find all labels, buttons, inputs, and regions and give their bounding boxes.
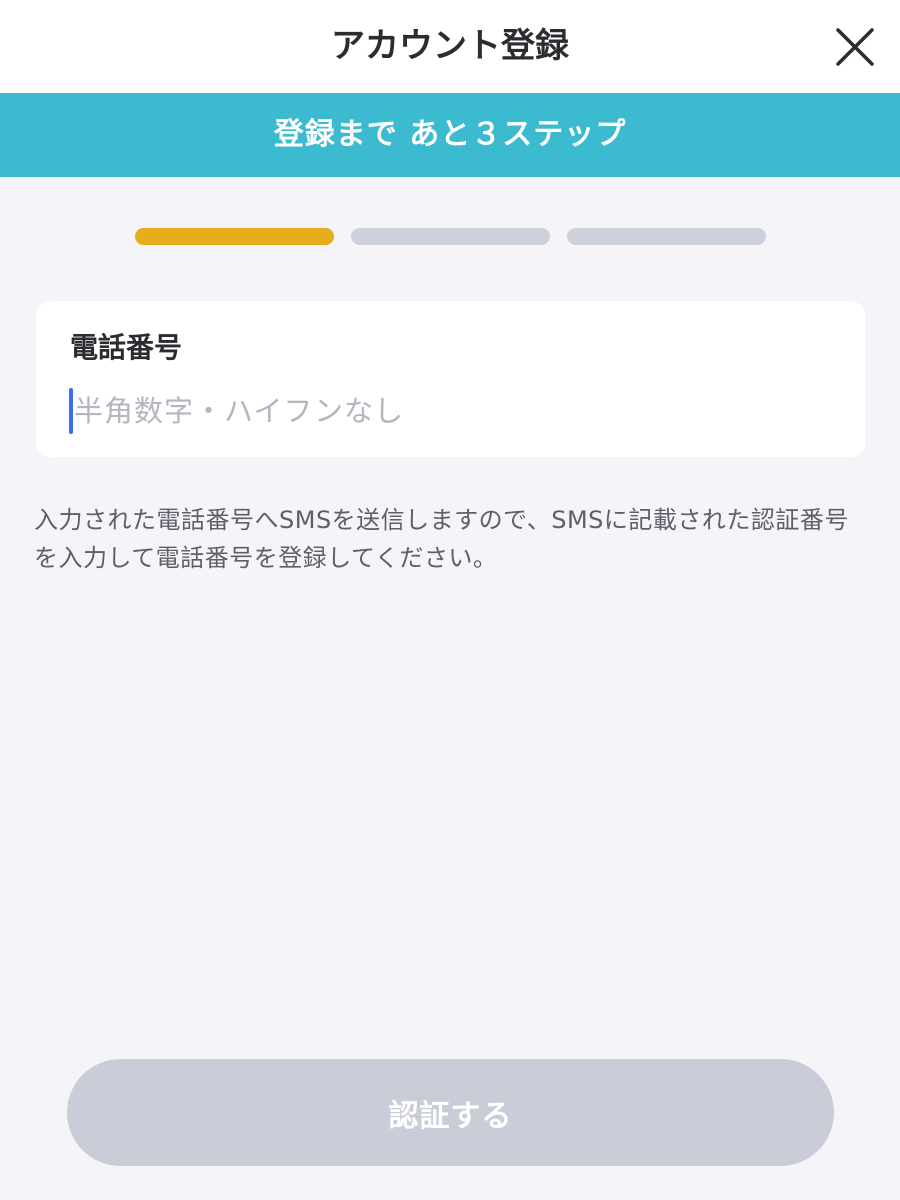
step-progress-indicator: [135, 228, 767, 245]
steps-remaining-text: 登録まで あと３ステップ: [273, 117, 627, 152]
progress-step-3: [567, 228, 766, 245]
page-title: アカウント登録: [331, 26, 569, 66]
sms-helper-text: 入力された電話番号へSMSを送信しますので、SMSに記載された認証番号を入力して…: [34, 506, 849, 572]
progress-step-1: [135, 228, 334, 245]
header-bar: アカウント登録: [0, 0, 900, 93]
phone-number-input[interactable]: [68, 385, 828, 437]
phone-number-label: 電話番号: [70, 331, 183, 364]
steps-remaining-banner: 登録まで あと３ステップ: [0, 93, 900, 177]
phone-number-card: 電話番号: [36, 301, 865, 457]
close-button[interactable]: [830, 22, 880, 72]
text-caret: [69, 388, 73, 434]
close-icon: [836, 28, 874, 66]
progress-step-2: [351, 228, 550, 245]
verify-button[interactable]: 認証する: [67, 1059, 834, 1166]
